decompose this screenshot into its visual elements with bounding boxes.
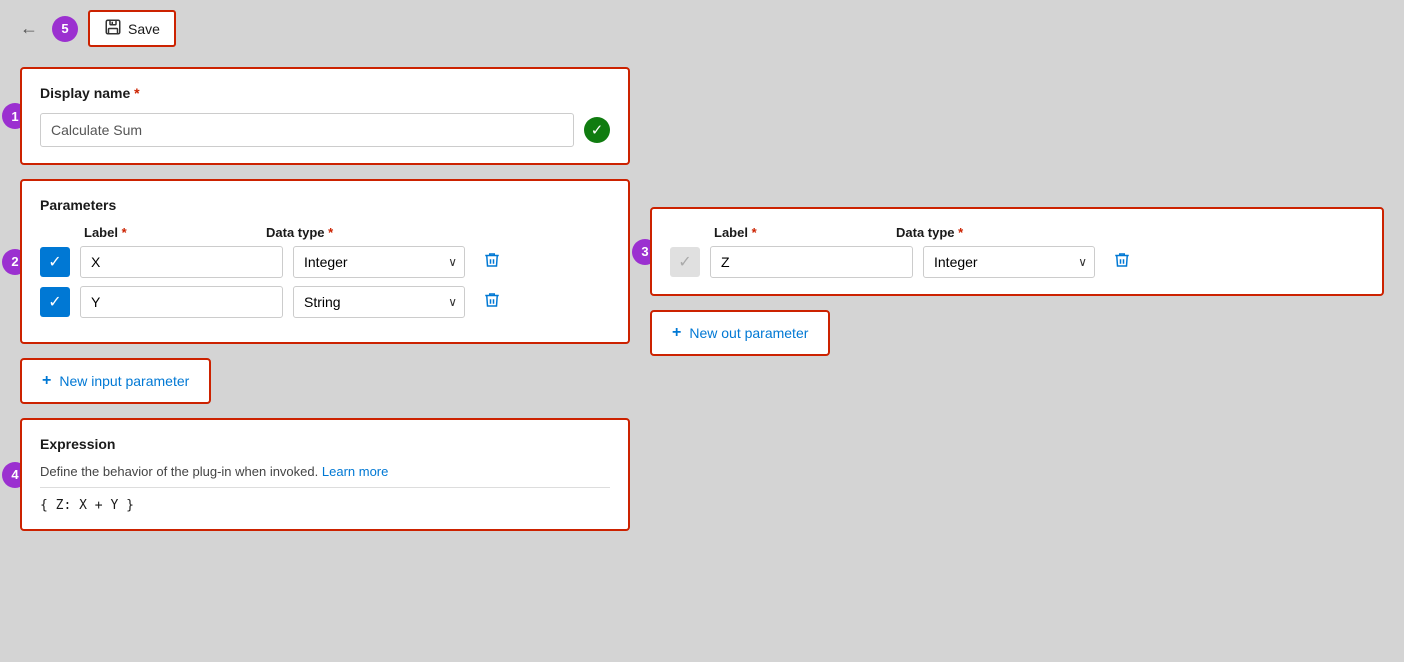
expression-code-wrap: { Z: X + Y } — [40, 487, 610, 513]
checkbox-x[interactable]: ✓ — [40, 247, 70, 277]
param-row-x: ✓ Integer String Boolean Float ∨ — [40, 246, 610, 278]
main-area: 1 Display name * ✓ 2 Parameters — [0, 57, 1404, 551]
param-datatype-select-y[interactable]: Integer String Boolean Float — [293, 286, 465, 318]
param-row-y: ✓ Integer String Boolean Float ∨ — [40, 286, 610, 318]
required-star-dtype: * — [328, 225, 333, 240]
display-name-wrapper: 1 Display name * ✓ — [20, 67, 630, 165]
toolbar: ← 5 Save — [0, 0, 1404, 57]
label-col-header: Label * — [84, 225, 256, 240]
expression-description: Define the behavior of the plug-in when … — [40, 464, 610, 479]
required-star-1: * — [134, 85, 139, 101]
step-badge: 5 — [52, 16, 78, 42]
back-button[interactable]: ← — [16, 14, 42, 43]
expression-label: Expression — [40, 436, 610, 452]
required-star-label: * — [122, 225, 127, 240]
delete-row-z[interactable] — [1109, 247, 1135, 278]
out-param-label-input-z[interactable] — [710, 246, 913, 278]
expression-section: Expression Define the behavior of the pl… — [20, 418, 630, 531]
param-label-input-y[interactable] — [80, 286, 283, 318]
display-name-input[interactable] — [40, 113, 574, 147]
save-icon — [104, 18, 122, 39]
param-datatype-wrap-x: Integer String Boolean Float ∨ — [293, 246, 465, 278]
display-name-label: Display name * — [40, 85, 610, 101]
display-name-section: Display name * ✓ — [20, 67, 630, 165]
param-datatype-wrap-y: Integer String Boolean Float ∨ — [293, 286, 465, 318]
out-param-header-row: Label * Data type * — [670, 225, 1364, 240]
expression-wrapper: 4 Expression Define the behavior of the … — [20, 418, 630, 531]
valid-check-icon: ✓ — [584, 117, 610, 143]
datatype-col-header: Data type * — [266, 225, 438, 240]
plus-icon: + — [42, 372, 51, 390]
parameters-label: Parameters — [40, 197, 610, 213]
delete-row-x[interactable] — [479, 247, 505, 278]
out-datatype-col-header: Data type * — [896, 225, 1068, 240]
new-input-param-button[interactable]: + New input parameter — [20, 358, 211, 404]
out-param-datatype-select-z[interactable]: Integer String Boolean Float — [923, 246, 1095, 278]
out-param-row-z: ✓ Integer String Boolean Float ∨ — [670, 246, 1364, 278]
new-out-param-button[interactable]: + New out parameter — [650, 310, 830, 356]
parameters-section: Parameters Label * Data type * ✓ — [20, 179, 630, 344]
save-label: Save — [128, 21, 160, 37]
out-params-wrapper: 3 Label * Data type * ✓ — [650, 207, 1384, 296]
out-label-col-header: Label * — [714, 225, 886, 240]
parameters-wrapper: 2 Parameters Label * Data type * — [20, 179, 630, 344]
param-datatype-select-x[interactable]: Integer String Boolean Float — [293, 246, 465, 278]
new-out-param-label: New out parameter — [689, 325, 808, 341]
param-header-row: Label * Data type * — [40, 225, 610, 240]
display-name-input-wrap: ✓ — [40, 113, 610, 147]
new-input-param-label: New input parameter — [59, 373, 189, 389]
out-plus-icon: + — [672, 324, 681, 342]
checkbox-y[interactable]: ✓ — [40, 287, 70, 317]
out-required-dtype: * — [958, 225, 963, 240]
out-params-section: Label * Data type * ✓ Integer — [650, 207, 1384, 296]
checkbox-z[interactable]: ✓ — [670, 247, 700, 277]
param-label-input-x[interactable] — [80, 246, 283, 278]
back-icon: ← — [20, 18, 38, 38]
save-button[interactable]: Save — [88, 10, 176, 47]
delete-row-y[interactable] — [479, 287, 505, 318]
out-required-label: * — [752, 225, 757, 240]
learn-more-link[interactable]: Learn more — [322, 464, 388, 479]
out-param-datatype-wrap-z: Integer String Boolean Float ∨ — [923, 246, 1095, 278]
right-column: 3 Label * Data type * ✓ — [650, 67, 1384, 531]
expression-code: { Z: X + Y } — [40, 498, 134, 513]
left-column: 1 Display name * ✓ 2 Parameters — [20, 67, 630, 531]
